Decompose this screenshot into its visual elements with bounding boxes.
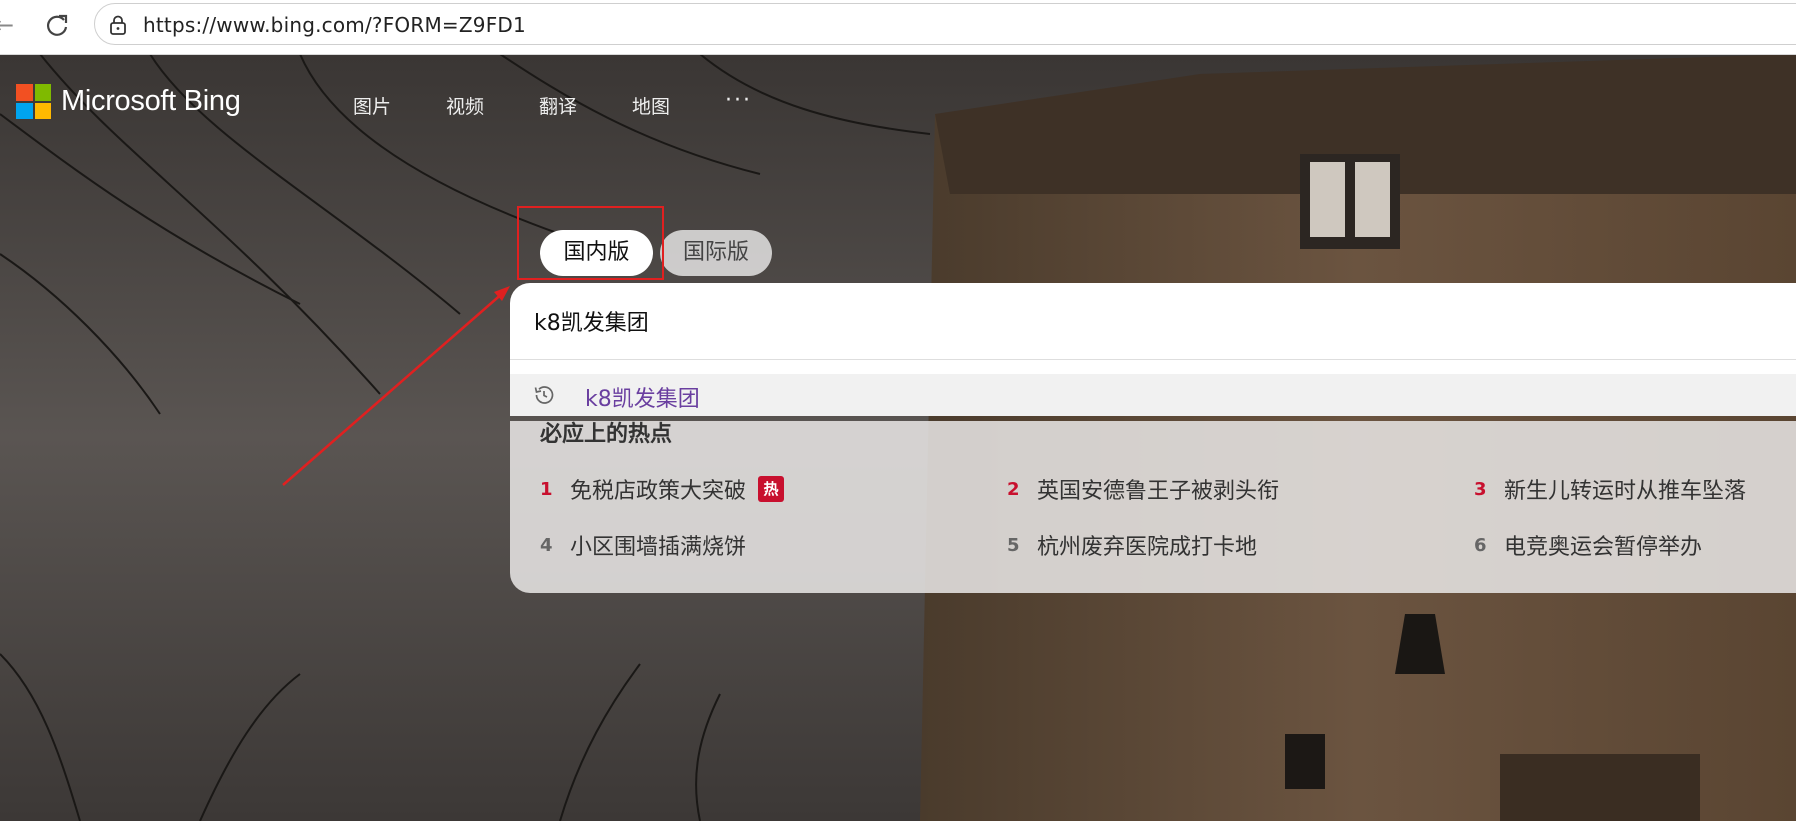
hot-topics-panel: 必应上的热点 1 免税店政策大突破 热 2 英国安德鲁王子被剥头衔 3 新生儿转… (510, 421, 1796, 593)
search-suggestion[interactable]: k8凯发集团 (510, 374, 1796, 416)
microsoft-logo-icon (16, 84, 51, 119)
logo-text: Microsoft Bing (61, 85, 241, 117)
search-box: k8凯发集团 (510, 283, 1796, 416)
hot-topic-item[interactable]: 1 免税店政策大突破 热 (540, 473, 785, 505)
hot-rank: 3 (1474, 478, 1487, 500)
search-divider (510, 359, 1796, 360)
reload-icon[interactable] (42, 10, 72, 40)
back-icon[interactable]: ← (0, 12, 20, 38)
address-bar[interactable]: https://www.bing.com/?FORM=Z9FD1 (94, 3, 1796, 45)
history-icon (534, 386, 554, 404)
suggestion-text[interactable]: k8凯发集团 (585, 381, 700, 413)
hot-topics-title: 必应上的热点 (540, 422, 673, 447)
hot-topic-text[interactable]: 新生儿转运时从推车坠落 (1504, 473, 1746, 505)
hot-topic-item[interactable]: 4 小区围墙插满烧饼 (540, 529, 746, 561)
hot-topic-text[interactable]: 英国安德鲁王子被剥头衔 (1037, 473, 1279, 505)
hot-topic-text[interactable]: 杭州废弃医院成打卡地 (1037, 529, 1257, 561)
lock-icon[interactable] (108, 15, 128, 35)
nav-translate[interactable]: 翻译 (539, 92, 577, 119)
hot-rank: 2 (1007, 478, 1020, 500)
hot-topic-item[interactable]: 3 新生儿转运时从推车坠落 (1474, 473, 1746, 505)
hot-topic-text[interactable]: 电竞奥运会暂停举办 (1504, 529, 1702, 561)
hot-topic-text[interactable]: 小区围墙插满烧饼 (570, 529, 746, 561)
search-input[interactable] (510, 283, 1796, 359)
bing-logo[interactable]: Microsoft Bing (16, 84, 241, 119)
annotation-highlight-box (517, 206, 664, 280)
hot-rank: 6 (1474, 534, 1487, 556)
url-text[interactable]: https://www.bing.com/?FORM=Z9FD1 (143, 13, 526, 37)
region-international-tab[interactable]: 国际版 (660, 230, 772, 276)
nav-maps[interactable]: 地图 (632, 92, 670, 119)
hot-rank: 5 (1007, 534, 1020, 556)
hot-rank: 1 (540, 478, 553, 500)
hot-topic-item[interactable]: 5 杭州废弃医院成打卡地 (1007, 529, 1257, 561)
hot-badge: 热 (758, 476, 785, 502)
hot-rank: 4 (540, 534, 553, 556)
browser-toolbar: ← https://www.bing.com/?FORM=Z9FD1 (0, 0, 1796, 55)
nav-images[interactable]: 图片 (353, 92, 391, 119)
hot-topic-text[interactable]: 免税店政策大突破 (570, 473, 746, 505)
hot-topic-item[interactable]: 6 电竞奥运会暂停举办 (1474, 529, 1702, 561)
more-menu-icon[interactable]: ··· (725, 88, 752, 113)
hot-topic-item[interactable]: 2 英国安德鲁王子被剥头衔 (1007, 473, 1279, 505)
nav-videos[interactable]: 视频 (446, 92, 484, 119)
